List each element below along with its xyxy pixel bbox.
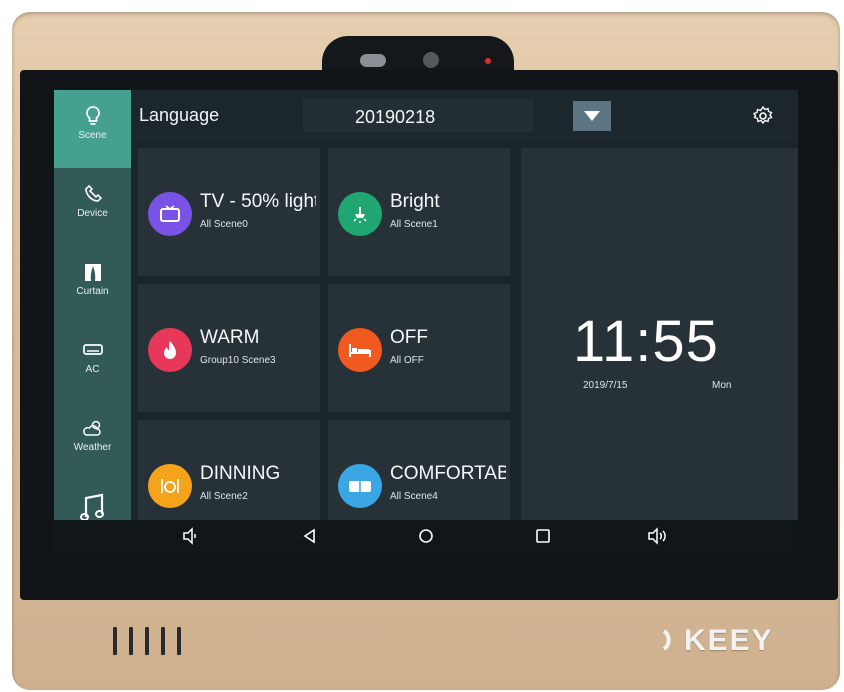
scene-name: COMFORTABLE	[390, 463, 506, 484]
scene-name: DINNING	[200, 463, 281, 484]
date-select[interactable]: 20190218	[303, 99, 533, 132]
speaker-grille	[145, 627, 149, 655]
sidebar-item-ac[interactable]: AC	[54, 324, 131, 402]
sidebar-item-weather[interactable]: Weather	[54, 402, 131, 480]
tv-icon	[148, 192, 192, 236]
scene-subtitle: Group10 Scene3	[200, 355, 276, 366]
header-bar: Language 20190218	[131, 90, 798, 142]
camera-lens-icon	[423, 52, 439, 68]
flame-icon	[148, 328, 192, 372]
sidebar-item-label: AC	[85, 364, 100, 375]
date-dropdown-button[interactable]	[573, 101, 611, 131]
scene-tile[interactable]: WARM Group10 Scene3	[138, 284, 320, 412]
scene-subtitle: All Scene1	[390, 219, 438, 230]
music-note-icon	[79, 493, 104, 521]
speaker-grille	[129, 627, 133, 655]
brand-logo: KEEY	[660, 624, 774, 658]
chevron-down-icon	[584, 111, 600, 121]
volume-up-icon[interactable]	[647, 527, 669, 545]
ac-icon	[82, 344, 103, 355]
date-value: 20190218	[355, 107, 436, 127]
sidebar-item-scene[interactable]: Scene	[54, 90, 131, 168]
curtain-icon	[84, 264, 101, 281]
sidebar: Scene Device Curtain AC Weather	[54, 90, 131, 552]
scene-subtitle: All OFF	[390, 355, 424, 366]
speaker-grille	[113, 627, 117, 655]
sidebar-item-label: Scene	[78, 130, 107, 141]
speaker-grille	[177, 627, 181, 655]
brand-mark-icon	[662, 629, 671, 651]
sidebar-item-label: Curtain	[76, 286, 109, 297]
scene-name: TV - 50% lights	[200, 191, 316, 212]
navigation-bar	[54, 520, 798, 552]
clock-widget: 11:55 2019/7/15 Mon	[521, 148, 798, 522]
sidebar-item-device[interactable]: Device	[54, 168, 131, 246]
sidebar-item-label: Weather	[73, 442, 112, 453]
sensor-icon	[360, 54, 386, 67]
clock-day: Mon	[712, 380, 732, 391]
screen: Scene Device Curtain AC Weather Language…	[54, 90, 798, 552]
volume-down-icon[interactable]	[182, 527, 200, 545]
device-icon	[84, 184, 102, 202]
dining-icon	[148, 464, 192, 508]
clock-time: 11:55	[573, 309, 719, 374]
bed-icon	[338, 328, 382, 372]
scene-subtitle: All Scene0	[200, 219, 248, 230]
home-icon[interactable]	[417, 527, 435, 545]
recent-apps-icon[interactable]	[534, 527, 552, 545]
sidebar-item-label: Device	[77, 208, 108, 219]
language-label[interactable]: Language	[139, 105, 219, 126]
sidebar-item-curtain[interactable]: Curtain	[54, 246, 131, 324]
status-led-icon	[485, 58, 491, 64]
sofa-icon	[338, 464, 382, 508]
clock-date: 2019/7/15	[583, 380, 628, 391]
scene-tile[interactable]: OFF All OFF	[328, 284, 510, 412]
scene-tile[interactable]: TV - 50% lights All Scene0	[138, 148, 320, 276]
scene-subtitle: All Scene4	[390, 491, 438, 502]
lightbulb-icon	[85, 106, 100, 125]
speaker-grille	[161, 627, 165, 655]
back-icon[interactable]	[301, 527, 319, 545]
gear-icon[interactable]	[751, 104, 775, 128]
scene-subtitle: All Scene2	[200, 491, 248, 502]
bright-light-icon	[338, 192, 382, 236]
scene-name: OFF	[390, 327, 428, 348]
weather-icon	[82, 420, 101, 436]
scene-tile[interactable]: DINNING All Scene2	[138, 420, 320, 520]
scene-tile[interactable]: COMFORTABLE All Scene4	[328, 420, 510, 520]
scene-name: WARM	[200, 327, 260, 348]
brand-text: KEEY	[684, 624, 774, 657]
scene-tile[interactable]: Bright All Scene1	[328, 148, 510, 276]
scene-name: Bright	[390, 191, 440, 212]
